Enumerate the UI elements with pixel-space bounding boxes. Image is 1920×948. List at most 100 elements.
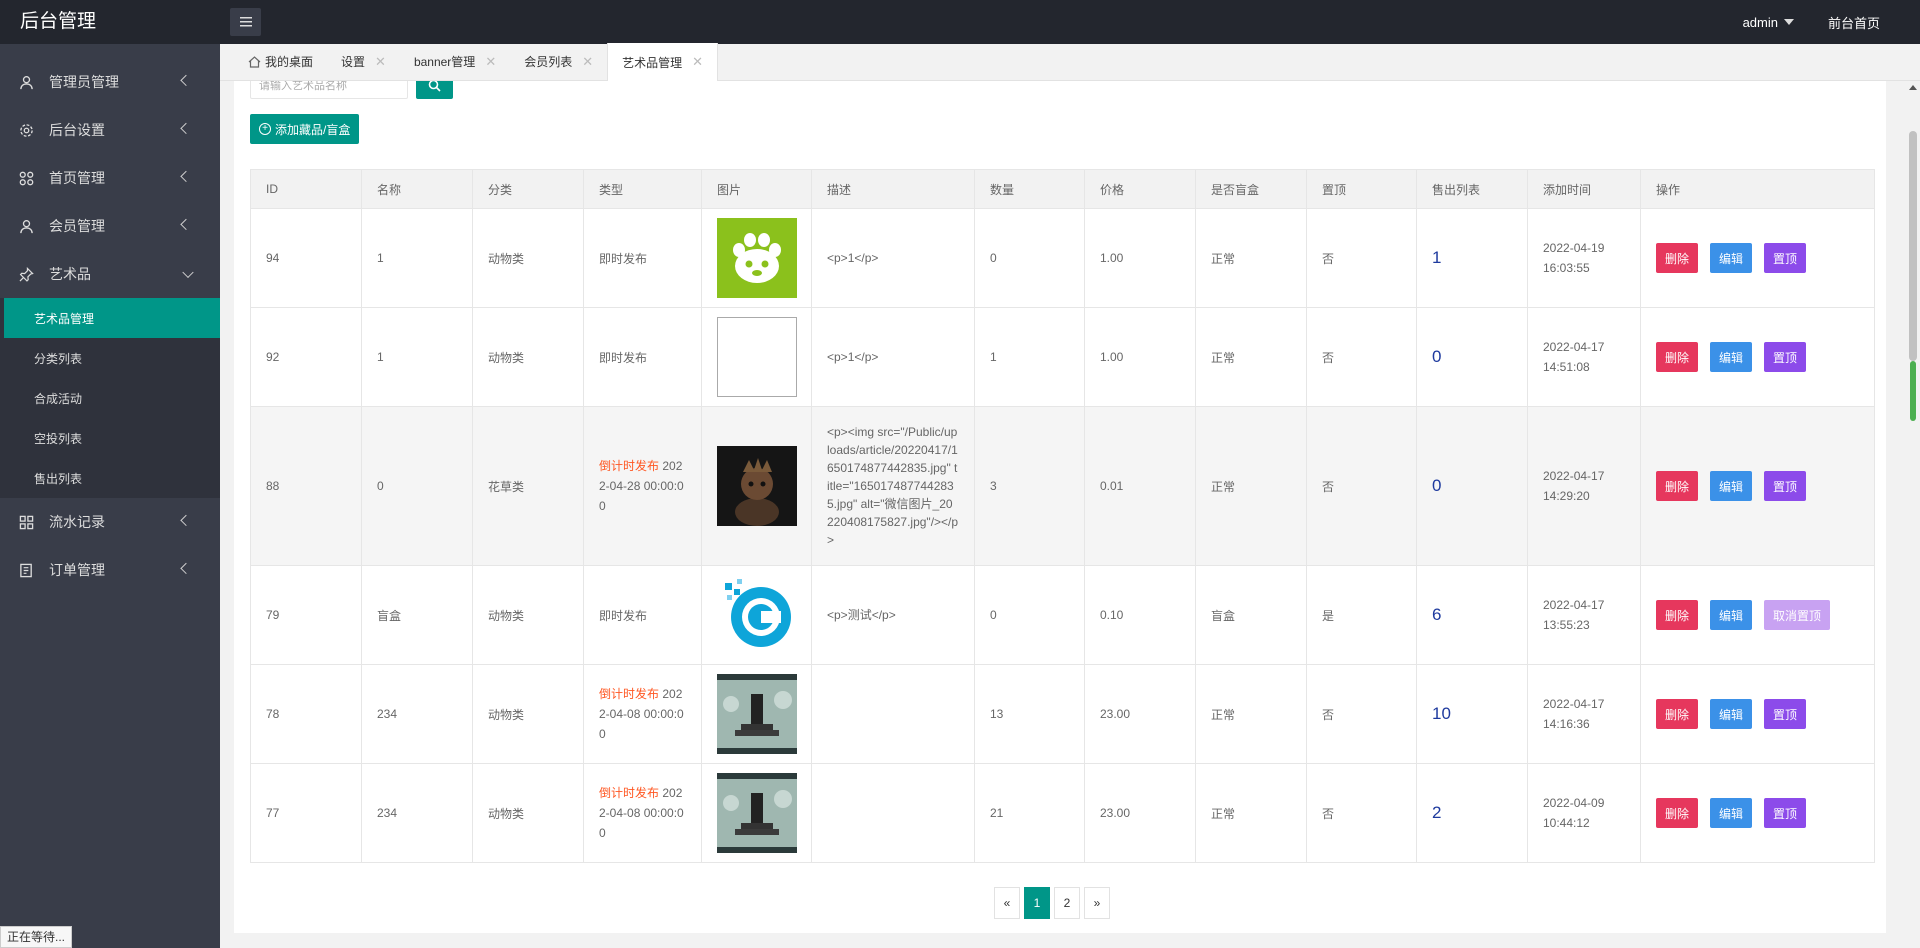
sidebar: 管理员管理 后台设置 首页管理 会员管理 艺术品 艺术品管理 分类列表 合成活动… — [0, 44, 220, 948]
tab-desktop[interactable]: 我的桌面 — [234, 43, 327, 80]
caret-down-icon — [1783, 19, 1794, 25]
edit-button[interactable]: 编辑 — [1710, 798, 1753, 828]
pin-top-button[interactable]: 置顶 — [1764, 699, 1807, 729]
cell-image — [701, 208, 812, 308]
page-2-button[interactable]: 2 — [1054, 887, 1080, 919]
scroll-up-icon[interactable] — [1909, 85, 1917, 90]
delete-button[interactable]: 删除 — [1656, 699, 1699, 729]
close-icon[interactable]: ✕ — [485, 54, 496, 70]
figure-image — [717, 446, 797, 526]
cell-name: 0 — [361, 406, 473, 566]
paw-image — [717, 218, 797, 298]
sold-count-link[interactable]: 0 — [1432, 347, 1441, 366]
cell-time: 2022-04-09 10:44:12 — [1527, 763, 1641, 863]
browser-status-bar: 正在等待... — [0, 926, 73, 948]
delete-button[interactable]: 删除 — [1656, 243, 1699, 273]
sidebar-item-label: 流水记录 — [49, 514, 105, 530]
cell-top: 是 — [1306, 565, 1417, 665]
delete-button[interactable]: 删除 — [1656, 600, 1699, 630]
home-icon — [248, 55, 261, 68]
sidebar-item-orders[interactable]: 订单管理 — [0, 546, 220, 594]
page-prev-button[interactable]: « — [994, 887, 1020, 919]
user-name: admin — [1742, 14, 1778, 30]
sidebar-subitem-sold[interactable]: 售出列表 — [0, 458, 220, 498]
tab-label: 艺术品管理 — [622, 55, 683, 70]
col-header-blindbox: 是否盲盒 — [1195, 169, 1307, 209]
sidebar-subitem-synthesis[interactable]: 合成活动 — [0, 378, 220, 418]
cell-qty: 1 — [974, 307, 1085, 407]
sidebar-subitem-category-list[interactable]: 分类列表 — [0, 338, 220, 378]
top-header: 后台管理 admin 前台首页 — [0, 0, 1920, 44]
user-menu[interactable]: admin — [1743, 15, 1794, 30]
tab-label: 设置 — [341, 55, 366, 69]
search-icon — [428, 81, 441, 92]
sold-count-link[interactable]: 1 — [1432, 248, 1441, 267]
edit-button[interactable]: 编辑 — [1710, 243, 1753, 273]
cell-image — [701, 307, 812, 407]
delete-button[interactable]: 删除 — [1656, 471, 1699, 501]
tab-bar: 我的桌面 设置 ✕ banner管理 ✕ 会员列表 ✕ 艺术品管理 ✕ — [220, 43, 1920, 81]
add-artwork-button[interactable]: + 添加藏品/盲盒 — [250, 114, 360, 144]
cell-name: 234 — [361, 664, 473, 764]
edit-button[interactable]: 编辑 — [1710, 600, 1753, 630]
page-next-button[interactable]: » — [1084, 887, 1110, 919]
sidebar-subitem-artwork-manage[interactable]: 艺术品管理 — [4, 298, 220, 338]
chevron-left-icon — [180, 74, 192, 87]
tab-member-list[interactable]: 会员列表 ✕ — [510, 43, 607, 80]
tab-banner[interactable]: banner管理 ✕ — [400, 43, 510, 80]
main-content: 请输入艺术品名称 + 添加藏品/盲盒 ID 名称 分类 类型 图片 描述 数量 … — [234, 81, 1886, 933]
search-button[interactable] — [416, 81, 453, 99]
vertical-scrollbar[interactable] — [1906, 81, 1920, 948]
sidebar-item-records[interactable]: 流水记录 — [0, 498, 220, 546]
scrollbar-thumb[interactable] — [1909, 131, 1917, 361]
pin-top-button[interactable]: 置顶 — [1764, 342, 1807, 372]
sidebar-item-admin[interactable]: 管理员管理 — [0, 58, 220, 106]
cell-qty: 21 — [974, 763, 1085, 863]
close-icon[interactable]: ✕ — [582, 54, 593, 70]
c-logo-image — [717, 575, 797, 655]
menu-toggle-button[interactable] — [230, 8, 261, 36]
page-1-button[interactable]: 1 — [1024, 887, 1050, 919]
table-row: 78 234 动物类 倒计时发布 2022-04-08 00:00:00 13 … — [250, 664, 1875, 764]
sold-count-link[interactable]: 2 — [1432, 803, 1441, 822]
close-icon[interactable]: ✕ — [375, 54, 386, 70]
gear-icon — [18, 122, 34, 138]
cell-image — [701, 565, 812, 665]
sidebar-item-home[interactable]: 首页管理 — [0, 154, 220, 202]
countdown-label: 倒计时发布 — [599, 786, 660, 800]
pin-top-button[interactable]: 置顶 — [1764, 798, 1807, 828]
tab-artwork-manage[interactable]: 艺术品管理 ✕ — [607, 43, 719, 81]
pin-top-button[interactable]: 置顶 — [1764, 243, 1807, 273]
sidebar-item-label: 首页管理 — [49, 170, 105, 186]
cell-name: 盲盒 — [361, 565, 473, 665]
sidebar-item-settings[interactable]: 后台设置 — [0, 106, 220, 154]
unpin-top-button[interactable]: 取消置顶 — [1764, 600, 1831, 630]
sidebar-item-artworks[interactable]: 艺术品 — [0, 250, 220, 298]
sold-count-link[interactable]: 6 — [1432, 605, 1441, 624]
sidebar-item-members[interactable]: 会员管理 — [0, 202, 220, 250]
cell-category: 花草类 — [472, 406, 584, 566]
chevron-down-icon — [182, 266, 194, 279]
sold-count-link[interactable]: 10 — [1432, 704, 1451, 723]
table-row: 92 1 动物类 即时发布 <p>1</p> 1 1.00 正常 否 0 202… — [250, 307, 1875, 407]
delete-button[interactable]: 删除 — [1656, 342, 1699, 372]
tab-label: banner管理 — [413, 55, 476, 69]
pin-top-button[interactable]: 置顶 — [1764, 471, 1807, 501]
cell-name: 1 — [361, 307, 473, 407]
cell-time: 2022-04-17 14:29:20 — [1527, 406, 1641, 566]
edit-button[interactable]: 编辑 — [1710, 471, 1753, 501]
cell-actions: 删除 编辑 置顶 — [1640, 763, 1875, 863]
cell-qty: 13 — [974, 664, 1085, 764]
front-home-link[interactable]: 前台首页 — [1828, 13, 1880, 32]
tab-settings[interactable]: 设置 ✕ — [327, 43, 400, 80]
delete-button[interactable]: 删除 — [1656, 798, 1699, 828]
cell-name: 1 — [361, 208, 473, 308]
col-header-desc: 描述 — [811, 169, 975, 209]
edit-button[interactable]: 编辑 — [1710, 699, 1753, 729]
sidebar-subitem-airdrop[interactable]: 空投列表 — [0, 418, 220, 458]
search-input[interactable]: 请输入艺术品名称 — [250, 81, 408, 99]
col-header-category: 分类 — [472, 169, 584, 209]
close-icon[interactable]: ✕ — [692, 54, 703, 70]
edit-button[interactable]: 编辑 — [1710, 342, 1753, 372]
sold-count-link[interactable]: 0 — [1432, 476, 1441, 495]
